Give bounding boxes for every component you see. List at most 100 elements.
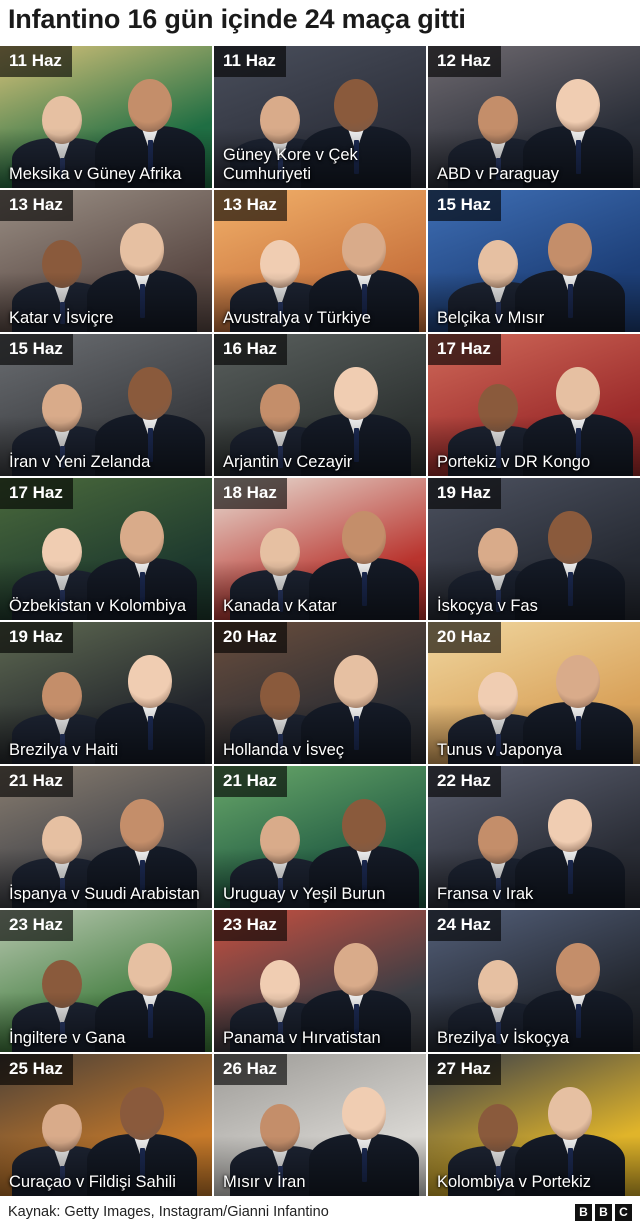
match-label: Katar v İsviçre bbox=[9, 309, 114, 327]
match-date: 25 Haz bbox=[0, 1054, 73, 1085]
match-label: Curaçao v Fildişi Sahili bbox=[9, 1173, 176, 1191]
match-tile: 26 Haz Mısır v İran bbox=[214, 1054, 426, 1196]
match-label: Meksika v Güney Afrika bbox=[9, 165, 182, 183]
match-date: 21 Haz bbox=[0, 766, 73, 797]
match-tile: 20 Haz Tunus v Japonya bbox=[428, 622, 640, 764]
match-label: İspanya v Suudi Arabistan bbox=[9, 885, 200, 903]
source-credit: Kaynak: Getty Images, Instagram/Gianni I… bbox=[8, 1204, 329, 1220]
match-date: 18 Haz bbox=[214, 478, 287, 509]
person-head bbox=[548, 511, 592, 564]
person-head bbox=[120, 1087, 164, 1140]
match-label: Panama v Hırvatistan bbox=[223, 1029, 381, 1047]
match-tile: 23 Haz Panama v Hırvatistan bbox=[214, 910, 426, 1052]
match-tile: 15 Haz İran v Yeni Zelanda bbox=[0, 334, 212, 476]
match-tile: 19 Haz Brezilya v Haiti bbox=[0, 622, 212, 764]
match-label: İngiltere v Gana bbox=[9, 1029, 126, 1047]
match-date: 19 Haz bbox=[0, 622, 73, 653]
match-label: Belçika v Mısır bbox=[437, 309, 545, 327]
match-date: 13 Haz bbox=[0, 190, 73, 221]
match-tile: 17 Haz Özbekistan v Kolombiya bbox=[0, 478, 212, 620]
match-date: 26 Haz bbox=[214, 1054, 287, 1085]
match-tile: 19 Haz İskoçya v Fas bbox=[428, 478, 640, 620]
person-head bbox=[334, 79, 378, 132]
match-date: 23 Haz bbox=[0, 910, 73, 941]
match-date: 24 Haz bbox=[428, 910, 501, 941]
match-tile: 13 Haz Avustralya v Türkiye bbox=[214, 190, 426, 332]
person-head bbox=[334, 655, 378, 708]
match-tile: 11 Haz Güney Kore v Çek Cumhuriyeti bbox=[214, 46, 426, 188]
match-tile: 11 Haz Meksika v Güney Afrika bbox=[0, 46, 212, 188]
match-date: 15 Haz bbox=[428, 190, 501, 221]
person-head bbox=[128, 943, 172, 996]
bbc-logo-letter: C bbox=[615, 1204, 632, 1221]
person-head bbox=[128, 367, 172, 420]
bbc-logo-letter: B bbox=[575, 1204, 592, 1221]
match-label: Tunus v Japonya bbox=[437, 741, 563, 759]
match-date: 11 Haz bbox=[214, 46, 286, 77]
match-label: Özbekistan v Kolombiya bbox=[9, 597, 186, 615]
person-head bbox=[342, 1087, 386, 1140]
match-tile: 25 Haz Curaçao v Fildişi Sahili bbox=[0, 1054, 212, 1196]
person-head bbox=[556, 79, 600, 132]
match-label: ABD v Paraguay bbox=[437, 165, 559, 183]
match-label: Brezilya v İskoçya bbox=[437, 1029, 570, 1047]
match-date: 20 Haz bbox=[428, 622, 501, 653]
match-date: 23 Haz bbox=[214, 910, 287, 941]
match-tile: 24 Haz Brezilya v İskoçya bbox=[428, 910, 640, 1052]
person-head bbox=[342, 223, 386, 276]
match-date: 16 Haz bbox=[214, 334, 287, 365]
match-tile: 12 Haz ABD v Paraguay bbox=[428, 46, 640, 188]
match-date: 19 Haz bbox=[428, 478, 501, 509]
match-tile: 18 Haz Kanada v Katar bbox=[214, 478, 426, 620]
match-tile: 23 Haz İngiltere v Gana bbox=[0, 910, 212, 1052]
person-head bbox=[342, 511, 386, 564]
match-tile: 21 Haz Uruguay v Yeşil Burun bbox=[214, 766, 426, 908]
match-date: 13 Haz bbox=[214, 190, 287, 221]
person-head bbox=[548, 1087, 592, 1140]
match-date: 20 Haz bbox=[214, 622, 287, 653]
match-date: 27 Haz bbox=[428, 1054, 501, 1085]
person-head bbox=[128, 79, 172, 132]
person-head bbox=[334, 367, 378, 420]
person-head bbox=[342, 799, 386, 852]
person-head bbox=[556, 655, 600, 708]
person-head bbox=[548, 799, 592, 852]
match-date: 17 Haz bbox=[0, 478, 73, 509]
match-date: 22 Haz bbox=[428, 766, 501, 797]
person-head bbox=[556, 943, 600, 996]
match-tile: 16 Haz Arjantin v Cezayir bbox=[214, 334, 426, 476]
bbc-logo: B B C bbox=[575, 1204, 632, 1221]
match-tile: 13 Haz Katar v İsviçre bbox=[0, 190, 212, 332]
person-head bbox=[334, 943, 378, 996]
person-head bbox=[120, 511, 164, 564]
match-date: 17 Haz bbox=[428, 334, 501, 365]
page-title: Infantino 16 gün içinde 24 maça gitti bbox=[8, 4, 466, 34]
match-label: Kanada v Katar bbox=[223, 597, 337, 615]
match-date: 11 Haz bbox=[0, 46, 72, 77]
bbc-logo-letter: B bbox=[595, 1204, 612, 1221]
match-label: Mısır v İran bbox=[223, 1173, 306, 1191]
match-tile: 27 Haz Kolombiya v Portekiz bbox=[428, 1054, 640, 1196]
match-date: 21 Haz bbox=[214, 766, 287, 797]
person-head bbox=[548, 223, 592, 276]
match-label: İskoçya v Fas bbox=[437, 597, 538, 615]
person-head bbox=[120, 799, 164, 852]
match-tile: 22 Haz Fransa v Irak bbox=[428, 766, 640, 908]
person-head bbox=[128, 655, 172, 708]
person-head bbox=[556, 367, 600, 420]
match-tile: 21 Haz İspanya v Suudi Arabistan bbox=[0, 766, 212, 908]
match-date: 12 Haz bbox=[428, 46, 501, 77]
match-label: Avustralya v Türkiye bbox=[223, 309, 371, 327]
photo-grid: 11 Haz Meksika v Güney Afrika 11 Haz Güney … bbox=[0, 46, 640, 1196]
match-label: Güney Kore v Çek Cumhuriyeti bbox=[223, 146, 358, 183]
match-label: Portekiz v DR Kongo bbox=[437, 453, 591, 471]
match-label: Arjantin v Cezayir bbox=[223, 453, 353, 471]
person-head bbox=[120, 223, 164, 276]
match-date: 15 Haz bbox=[0, 334, 73, 365]
match-label: Fransa v Irak bbox=[437, 885, 534, 903]
match-label: Hollanda v İsveç bbox=[223, 741, 345, 759]
match-label: İran v Yeni Zelanda bbox=[9, 453, 151, 471]
match-tile: 20 Haz Hollanda v İsveç bbox=[214, 622, 426, 764]
match-label: Uruguay v Yeşil Burun bbox=[223, 885, 386, 903]
footer: Kaynak: Getty Images, Instagram/Gianni I… bbox=[0, 1198, 640, 1228]
